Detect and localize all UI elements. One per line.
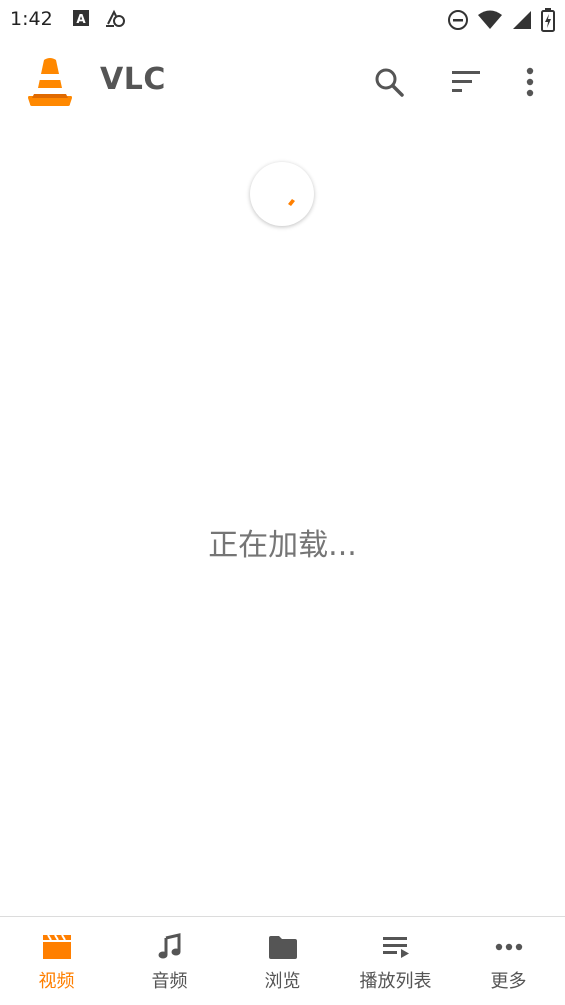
nav-item-playlists[interactable]: 播放列表	[339, 917, 452, 1005]
nav-item-video[interactable]: 视频	[0, 917, 113, 1005]
status-time: 1:42	[10, 8, 53, 30]
sync-notification-icon	[106, 9, 125, 27]
app-title: VLC	[100, 62, 166, 97]
overflow-menu-icon	[526, 67, 534, 97]
font-notification-icon: A	[73, 10, 89, 26]
playlist-icon	[382, 937, 409, 958]
nav-label-video: 视频	[38, 971, 75, 992]
loading-spinner	[250, 162, 314, 226]
status-bar: 1:42 A	[0, 0, 565, 38]
battery-icon	[541, 8, 555, 32]
loading-text: 正在加载...	[208, 528, 357, 563]
search-icon	[375, 68, 404, 97]
more-icon	[495, 943, 522, 951]
svg-text:A: A	[76, 12, 86, 26]
do-not-disturb-icon	[448, 10, 468, 30]
nav-item-browse[interactable]: 浏览	[226, 917, 339, 1005]
sort-button[interactable]	[448, 64, 484, 100]
bottom-nav: 视频 音频 浏览 播放列表 更多	[0, 916, 565, 1005]
search-button[interactable]	[371, 64, 407, 100]
nav-label-audio: 音频	[151, 971, 188, 992]
nav-label-more: 更多	[490, 971, 527, 992]
app-bar: VLC	[0, 38, 565, 126]
nav-item-more[interactable]: 更多	[452, 917, 565, 1005]
nav-label-playlists: 播放列表	[359, 971, 432, 992]
status-system-icons	[447, 8, 555, 32]
video-icon	[42, 934, 71, 959]
nav-label-browse: 浏览	[264, 971, 301, 992]
sort-icon	[452, 71, 480, 92]
overflow-menu-button[interactable]	[512, 64, 548, 100]
music-note-icon	[158, 933, 180, 959]
vlc-logo-icon	[28, 58, 72, 106]
spinner-arc-icon	[288, 199, 295, 206]
wifi-icon	[478, 10, 502, 29]
cell-signal-icon	[513, 11, 531, 29]
status-notification-icons: A	[72, 8, 126, 28]
nav-item-audio[interactable]: 音频	[113, 917, 226, 1005]
folder-icon	[268, 936, 297, 959]
